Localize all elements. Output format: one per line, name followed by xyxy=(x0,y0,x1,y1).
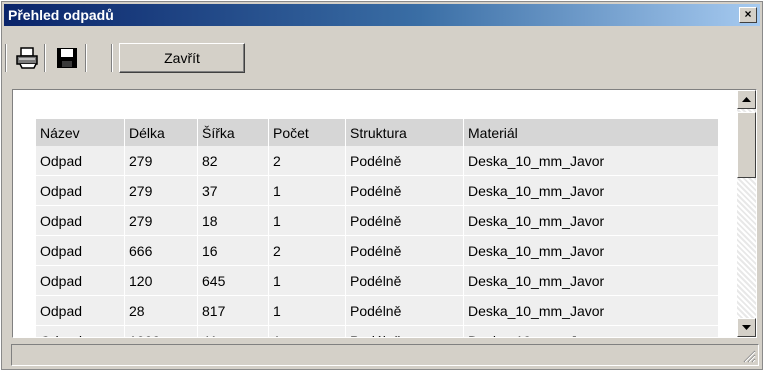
cell-length: 279 xyxy=(124,146,198,176)
cell-width: 41 xyxy=(197,325,269,337)
cell-name: Odpad xyxy=(36,235,125,266)
cell-material: Deska_10_mm_Javor xyxy=(463,175,719,206)
cell-name: Odpad xyxy=(36,325,125,337)
cell-structure: Podélně xyxy=(345,295,464,326)
printer-icon[interactable] xyxy=(14,45,40,71)
cell-width: 645 xyxy=(197,265,269,296)
table-row[interactable]: Odpad 1990 41 1 Podélně Deska_10_mm_Javo… xyxy=(36,325,719,337)
cell-count: 1 xyxy=(268,295,346,326)
column-header-count[interactable]: Počet xyxy=(268,119,346,146)
cell-material: Deska_10_mm_Javor xyxy=(463,235,719,266)
toolbar-grip xyxy=(5,44,7,72)
table-row[interactable]: Odpad 279 18 1 Podélně Deska_10_mm_Javor xyxy=(36,205,719,236)
cell-length: 120 xyxy=(124,265,198,296)
scroll-up-button[interactable] xyxy=(737,90,756,109)
toolbar-separator xyxy=(44,44,46,72)
scroll-down-button[interactable] xyxy=(737,318,756,337)
cell-length: 279 xyxy=(124,175,198,206)
arrow-up-icon xyxy=(742,97,751,102)
cell-count: 1 xyxy=(268,325,346,337)
table-row[interactable]: Odpad 120 645 1 Podélně Deska_10_mm_Javo… xyxy=(36,265,719,296)
column-header-name[interactable]: Název xyxy=(36,119,125,146)
waste-list-panel[interactable]: Název Délka Šířka Počet Struktura Materi… xyxy=(12,89,757,338)
table-row[interactable]: Odpad 666 16 2 Podélně Deska_10_mm_Javor xyxy=(36,235,719,266)
cell-material: Deska_10_mm_Javor xyxy=(463,146,719,176)
cell-width: 18 xyxy=(197,205,269,236)
status-bar xyxy=(11,344,759,366)
column-header-structure[interactable]: Struktura xyxy=(345,119,464,146)
cell-count: 1 xyxy=(268,175,346,206)
cell-count: 1 xyxy=(268,265,346,296)
cell-count: 2 xyxy=(268,235,346,266)
cell-name: Odpad xyxy=(36,175,125,206)
resize-grip-icon[interactable] xyxy=(742,349,756,363)
floppy-disk-icon[interactable] xyxy=(54,45,80,71)
cell-structure: Podélně xyxy=(345,235,464,266)
toolbar: Zavřít xyxy=(4,28,760,84)
cell-width: 817 xyxy=(197,295,269,326)
cell-name: Odpad xyxy=(36,205,125,236)
table-row[interactable]: Odpad 279 37 1 Podélně Deska_10_mm_Javor xyxy=(36,175,719,206)
cell-material: Deska_10_mm_Javor xyxy=(463,325,719,337)
cell-length: 1990 xyxy=(124,325,198,337)
cell-width: 82 xyxy=(197,146,269,176)
cell-structure: Podélně xyxy=(345,205,464,236)
cell-name: Odpad xyxy=(36,295,125,326)
cell-material: Deska_10_mm_Javor xyxy=(463,295,719,326)
title-bar[interactable]: Přehled odpadů × xyxy=(4,4,760,26)
column-header-material[interactable]: Materiál xyxy=(463,119,719,146)
waste-overview-window: Přehled odpadů × Zavřít Název Délka Šířk… xyxy=(1,1,763,370)
table-row[interactable]: Odpad 279 82 2 Podélně Deska_10_mm_Javor xyxy=(36,146,719,176)
cell-width: 16 xyxy=(197,235,269,266)
cell-count: 1 xyxy=(268,205,346,236)
cell-length: 279 xyxy=(124,205,198,236)
cell-name: Odpad xyxy=(36,146,125,176)
cell-count: 2 xyxy=(268,146,346,176)
window-close-button[interactable]: × xyxy=(739,7,757,23)
table-row[interactable]: Odpad 28 817 1 Podélně Deska_10_mm_Javor xyxy=(36,295,719,326)
cell-length: 666 xyxy=(124,235,198,266)
cell-width: 37 xyxy=(197,175,269,206)
cell-structure: Podélně xyxy=(345,325,464,337)
cell-name: Odpad xyxy=(36,265,125,296)
scroll-thumb[interactable] xyxy=(737,112,756,178)
toolbar-separator xyxy=(111,44,113,72)
toolbar-separator xyxy=(85,44,87,72)
table-header-row: Název Délka Šířka Počet Struktura Materi… xyxy=(36,119,719,146)
cell-material: Deska_10_mm_Javor xyxy=(463,205,719,236)
cell-material: Deska_10_mm_Javor xyxy=(463,265,719,296)
arrow-down-icon xyxy=(742,325,751,330)
cell-structure: Podélně xyxy=(345,175,464,206)
cell-structure: Podélně xyxy=(345,265,464,296)
vertical-scrollbar[interactable] xyxy=(737,90,756,337)
window-title: Přehled odpadů xyxy=(8,7,114,23)
column-header-length[interactable]: Délka xyxy=(124,119,198,146)
column-header-width[interactable]: Šířka xyxy=(197,119,269,146)
waste-table: Název Délka Šířka Počet Struktura Materi… xyxy=(36,119,719,337)
close-button[interactable]: Zavřít xyxy=(119,43,245,73)
cell-length: 28 xyxy=(124,295,198,326)
cell-structure: Podélně xyxy=(345,146,464,176)
